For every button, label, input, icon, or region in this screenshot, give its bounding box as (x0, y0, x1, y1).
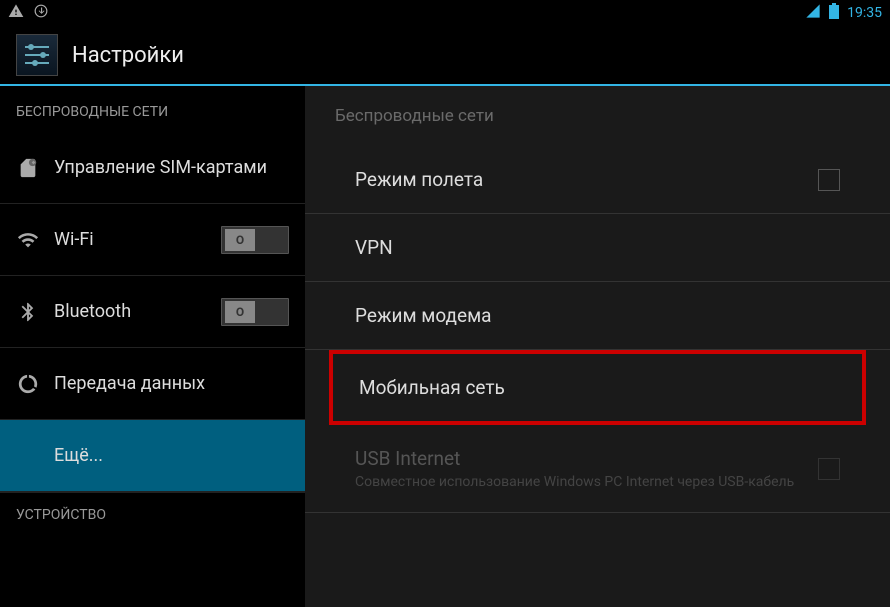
bluetooth-icon (16, 300, 40, 324)
main-item-label: USB Internet (355, 447, 794, 470)
sidebar-item-wifi[interactable]: Wi-Fi O (0, 204, 305, 276)
main-item-airplane[interactable]: Режим полета (305, 146, 890, 214)
sidebar-section-device: УСТРОЙСТВО (0, 492, 305, 531)
battery-icon (829, 3, 839, 23)
sidebar-item-label: Управление SIM-картами (54, 157, 289, 178)
main-item-sublabel: Совместное использование Windows PC Inte… (355, 474, 794, 490)
airplane-checkbox[interactable] (818, 169, 840, 191)
sidebar-section-wireless: БЕСПРОВОДНЫЕ СЕТИ (0, 86, 305, 132)
sidebar-item-label: Ещё... (54, 445, 289, 466)
sim-icon (16, 156, 40, 180)
toggle-thumb: O (225, 301, 255, 323)
status-time: 19:35 (847, 5, 882, 21)
download-icon (34, 4, 48, 22)
main-item-label: Режим полета (355, 168, 483, 191)
sidebar-item-bluetooth[interactable]: Bluetooth O (0, 276, 305, 348)
app-header: Настройки (0, 26, 890, 86)
toggle-thumb: O (225, 229, 255, 251)
status-right: 19:35 (805, 3, 882, 23)
sidebar-item-label: Wi-Fi (54, 229, 207, 250)
sidebar-item-more[interactable]: Ещё... (0, 420, 305, 492)
main-item-vpn[interactable]: VPN (305, 214, 890, 282)
main-item-content: USB Internet Совместное использование Wi… (355, 447, 794, 490)
warning-icon (8, 3, 24, 23)
main-section-header: Беспроводные сети (305, 106, 890, 146)
content-area: БЕСПРОВОДНЫЕ СЕТИ Управление SIM-картами… (0, 86, 890, 607)
status-bar: 19:35 (0, 0, 890, 26)
usb-checkbox (818, 458, 840, 480)
more-spacer (16, 444, 40, 468)
main-item-label: VPN (355, 236, 393, 259)
main-item-mobile[interactable]: Мобильная сеть (329, 350, 866, 425)
wifi-icon (16, 228, 40, 252)
status-left (8, 3, 48, 23)
main-panel: Беспроводные сети Режим полета VPN Режим… (305, 86, 890, 607)
sidebar: БЕСПРОВОДНЫЕ СЕТИ Управление SIM-картами… (0, 86, 305, 607)
main-item-tether[interactable]: Режим модема (305, 282, 890, 350)
bluetooth-toggle[interactable]: O (221, 298, 289, 326)
signal-icon (805, 3, 821, 23)
sidebar-item-label: Передача данных (54, 373, 289, 394)
wifi-toggle[interactable]: O (221, 226, 289, 254)
page-title: Настройки (72, 43, 184, 68)
sidebar-item-label: Bluetooth (54, 301, 207, 322)
main-item-label: Мобильная сеть (359, 376, 505, 399)
sidebar-item-data[interactable]: Передача данных (0, 348, 305, 420)
main-item-usb: USB Internet Совместное использование Wi… (305, 425, 890, 513)
sidebar-item-sim[interactable]: Управление SIM-картами (0, 132, 305, 204)
settings-icon (16, 34, 58, 76)
data-usage-icon (16, 372, 40, 396)
main-item-label: Режим модема (355, 304, 492, 327)
